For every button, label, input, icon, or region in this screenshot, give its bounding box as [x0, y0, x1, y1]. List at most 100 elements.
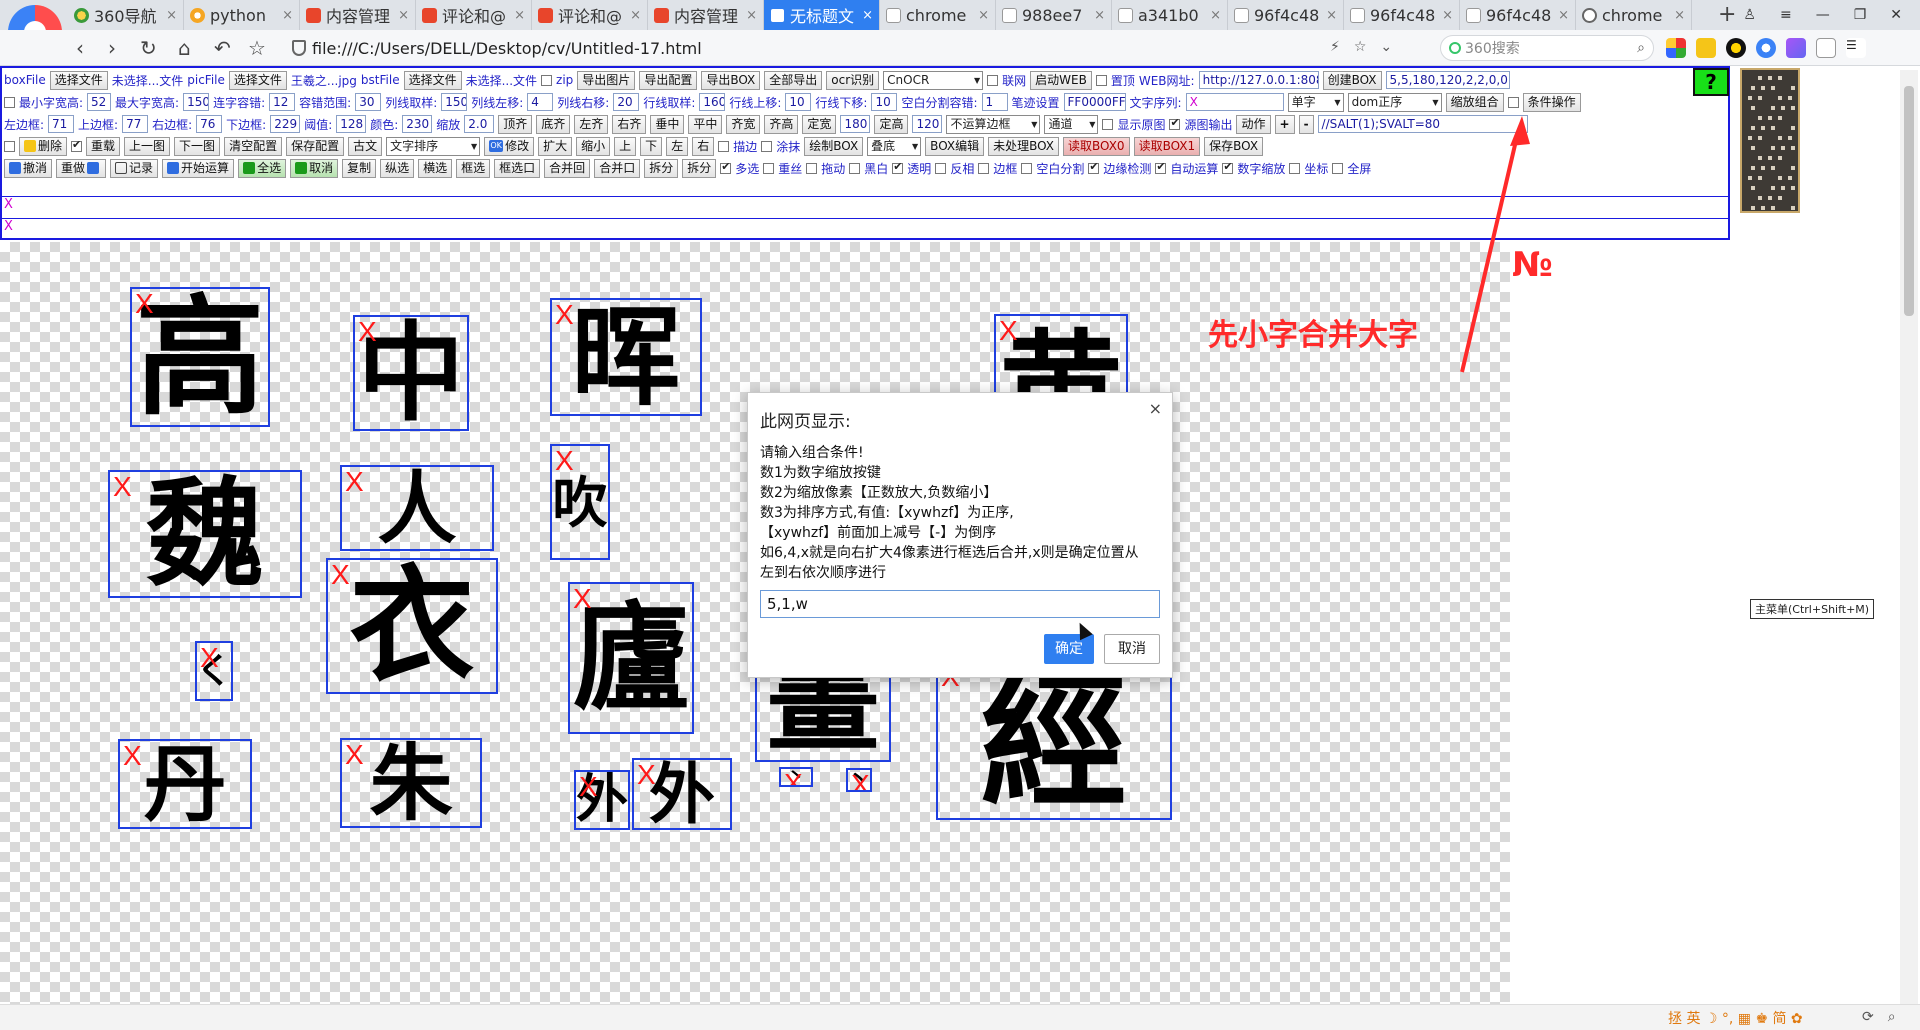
fix-height-button[interactable]: 定高: [874, 114, 909, 134]
invert-checkbox[interactable]: [935, 162, 947, 174]
edge-detect-checkbox[interactable]: [1088, 160, 1100, 174]
tolerance-input[interactable]: 12: [269, 93, 296, 111]
dom-order-select[interactable]: dom正序: [1347, 92, 1442, 112]
glyph-box[interactable]: くX: [195, 641, 233, 701]
delete-x-mark[interactable]: X: [200, 644, 219, 672]
new-tab-button[interactable]: +: [1718, 2, 1736, 27]
extension-game-icon[interactable]: [1696, 38, 1716, 58]
tab-close-icon[interactable]: ×: [166, 8, 177, 23]
col-left-input[interactable]: 4: [527, 93, 554, 111]
browser-tab[interactable]: python ×: [184, 0, 300, 30]
page-scrollbar[interactable]: [1900, 70, 1918, 1005]
delete-x-mark[interactable]: X: [999, 317, 1018, 345]
coords-checkbox[interactable]: [1289, 162, 1301, 174]
ime-tray[interactable]: 拯 英 ☽ °, ▦ ♚ 简 ✿: [1668, 1008, 1803, 1028]
choose-picfile-button[interactable]: 选择文件: [228, 70, 287, 90]
page-scrollbar-thumb[interactable]: [1904, 86, 1914, 316]
calligraphy-thumbnail[interactable]: [1740, 68, 1800, 213]
expand-button[interactable]: 扩大: [538, 136, 573, 156]
align-vcenter-button[interactable]: 垂中: [650, 114, 685, 134]
tab-close-icon[interactable]: ×: [978, 8, 989, 23]
row-down-input[interactable]: 10: [871, 93, 898, 111]
condition-op-button[interactable]: 条件操作: [1522, 92, 1581, 112]
delete-button[interactable]: 删除: [19, 136, 68, 156]
fix-height-input[interactable]: 120: [912, 115, 943, 133]
fix-width-button[interactable]: 定宽: [802, 114, 837, 134]
export-all-button[interactable]: 全部导出: [764, 70, 823, 90]
start-web-button[interactable]: 启动WEB: [1030, 70, 1092, 90]
redraw-checkbox[interactable]: [71, 138, 83, 152]
browser-tab[interactable]: 内容管理 ×: [648, 0, 764, 30]
outline-checkbox[interactable]: [718, 140, 730, 152]
erase-checkbox[interactable]: [761, 140, 773, 152]
top-border-input[interactable]: 77: [122, 115, 149, 133]
box-select-button[interactable]: 框选: [456, 158, 491, 178]
vertical-select-button[interactable]: 纵选: [380, 158, 415, 178]
action-button[interactable]: 动作: [1236, 114, 1271, 134]
dialog-cancel-button[interactable]: 取消: [1104, 634, 1160, 664]
right-border-input[interactable]: 76: [196, 115, 223, 133]
search-box[interactable]: 360搜索 ⌕: [1440, 35, 1654, 61]
delete-x-mark[interactable]: X: [579, 773, 598, 801]
read-box1-button[interactable]: 读取BOX1: [1133, 136, 1201, 156]
delete-x-mark[interactable]: X: [345, 468, 364, 496]
row-up-input[interactable]: 10: [785, 93, 812, 111]
delete-x-mark[interactable]: X: [345, 741, 364, 769]
split2-button[interactable]: 拆分: [682, 158, 717, 178]
dialog-close-icon[interactable]: ×: [1149, 399, 1162, 418]
text-sort-select[interactable]: 文字排序: [386, 136, 481, 156]
delete-x-mark[interactable]: X: [555, 301, 574, 329]
tab-close-icon[interactable]: ×: [1326, 8, 1337, 23]
record-button[interactable]: 记录: [110, 158, 159, 178]
dialog-ok-button[interactable]: 确定: [1044, 634, 1094, 664]
ancient-text-button[interactable]: 古文: [348, 136, 383, 156]
main-menu-hint[interactable]: 主菜单(Ctrl+Shift+M): [1750, 599, 1875, 619]
delete-x-mark[interactable]: X: [851, 771, 870, 791]
delete-x-mark[interactable]: X: [331, 561, 350, 589]
tab-close-icon[interactable]: ×: [746, 8, 757, 23]
delete-x-mark[interactable]: X: [784, 770, 803, 786]
export-image-button[interactable]: 导出图片: [577, 70, 636, 90]
align-bottom-button[interactable]: 底齐: [536, 114, 571, 134]
browser-tab[interactable]: 96f4c48 ×: [1460, 0, 1576, 30]
ocr-button[interactable]: ocr识别: [826, 70, 880, 90]
browser-tab[interactable]: a341b0 ×: [1112, 0, 1228, 30]
redraw-button[interactable]: 重载: [86, 136, 121, 156]
redo-button[interactable]: 重做: [56, 158, 107, 178]
browser-tab[interactable]: 988ee7 ×: [996, 0, 1112, 30]
move-left-button[interactable]: 左: [666, 136, 689, 156]
move-right-button[interactable]: 右: [692, 136, 715, 156]
undo-button[interactable]: 撤消: [4, 158, 53, 178]
minus-button[interactable]: -: [1298, 114, 1314, 134]
tab-close-icon[interactable]: ×: [282, 8, 293, 23]
delete-x-mark[interactable]: X: [573, 585, 592, 613]
menu-icon[interactable]: ≡: [1780, 7, 1792, 23]
ok-modify-button[interactable]: OK 修改: [484, 136, 535, 156]
help-button[interactable]: ?: [1693, 68, 1729, 96]
more-menu-icon[interactable]: ☰: [1846, 38, 1866, 58]
overlap-checkbox[interactable]: [763, 162, 775, 174]
forward-icon[interactable]: ›: [108, 36, 116, 60]
draw-box-button[interactable]: 绘制BOX: [804, 136, 864, 156]
speed-mode-icon[interactable]: ⚡: [1330, 39, 1340, 55]
transparent-checkbox[interactable]: [892, 160, 904, 174]
stroke-color-input[interactable]: FF0000FF: [1063, 93, 1126, 111]
minimize-icon[interactable]: —: [1816, 7, 1830, 23]
web-url-input[interactable]: http://127.0.0.1:808: [1198, 71, 1319, 89]
tab-close-icon[interactable]: ×: [1442, 8, 1453, 23]
restore-icon[interactable]: ❐: [1854, 7, 1867, 23]
delete-x-mark[interactable]: X: [637, 761, 656, 789]
browser-tab[interactable]: 评论和@ ×: [416, 0, 532, 30]
close-window-icon[interactable]: ✕: [1890, 7, 1902, 23]
home-icon[interactable]: ⌂: [178, 36, 191, 60]
dropdown-chevron-icon[interactable]: ⌄: [1380, 39, 1392, 55]
fullscreen-checkbox[interactable]: [1332, 162, 1344, 174]
tab-close-icon[interactable]: ×: [1558, 8, 1569, 23]
digit-zoom-checkbox[interactable]: [1222, 160, 1234, 174]
select-all-button[interactable]: 全选: [238, 158, 287, 178]
move-up-button[interactable]: 上: [614, 136, 637, 156]
read-box0-button[interactable]: 读取BOX0: [1063, 136, 1130, 156]
choose-bstfile-button[interactable]: 选择文件: [403, 70, 462, 90]
source-output-checkbox[interactable]: [1169, 116, 1181, 130]
col-right-input[interactable]: 20: [613, 93, 640, 111]
